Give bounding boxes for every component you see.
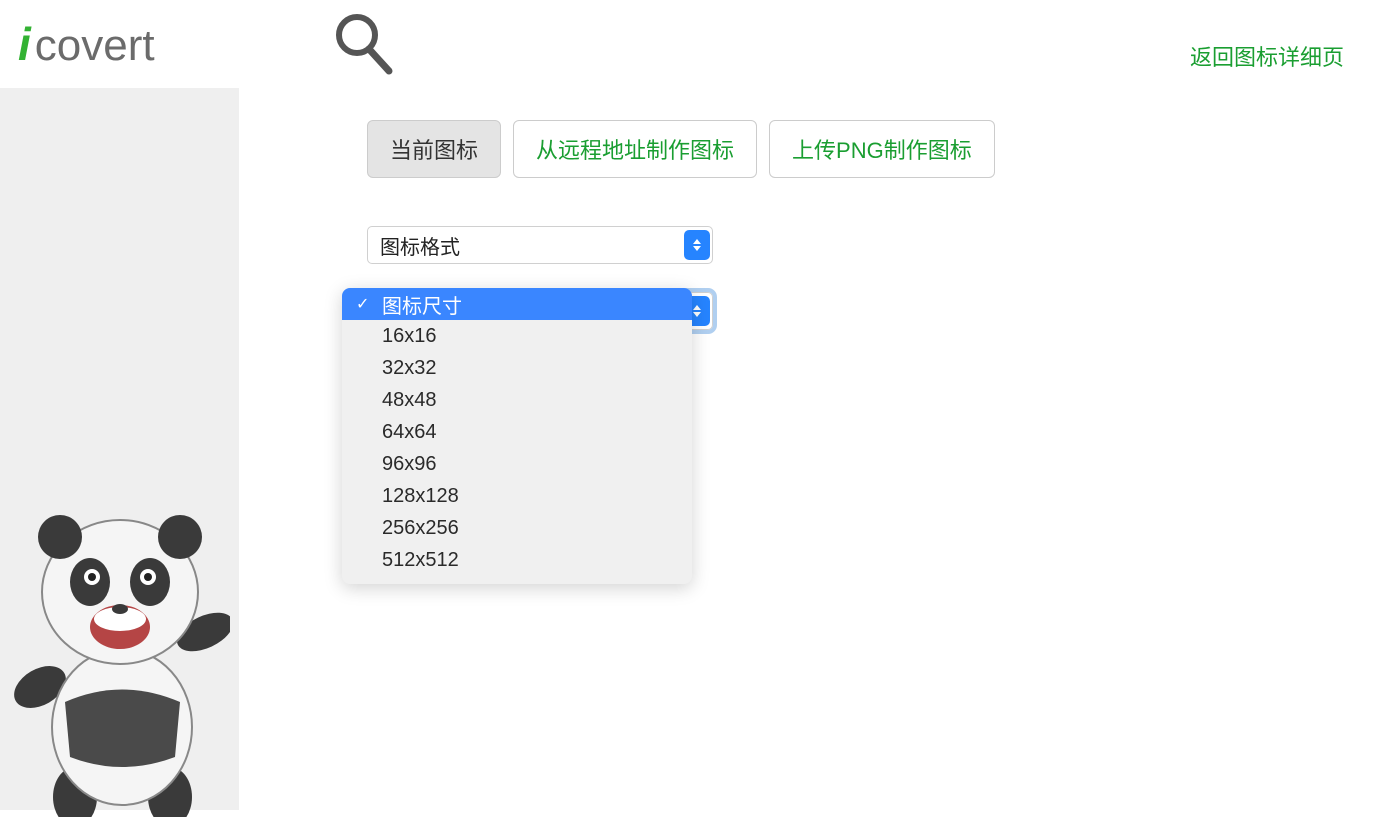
dropdown-option[interactable]: 16x16 bbox=[342, 320, 692, 352]
select-format-chevron-icon bbox=[684, 230, 710, 260]
tab-upload-png[interactable]: 上传PNG制作图标 bbox=[769, 120, 995, 178]
dropdown-option[interactable]: 256x256 bbox=[342, 512, 692, 544]
main: 当前图标 从远程地址制作图标 上传PNG制作图标 图标格式 图标尺寸 图 bbox=[0, 88, 1388, 810]
back-to-detail-link[interactable]: 返回图标详细页 bbox=[1190, 40, 1344, 72]
tabs: 当前图标 从远程地址制作图标 上传PNG制作图标 bbox=[367, 120, 1388, 178]
dropdown-option[interactable]: 48x48 bbox=[342, 384, 692, 416]
tab-current-icon[interactable]: 当前图标 bbox=[367, 120, 501, 178]
dropdown-option[interactable]: 96x96 bbox=[342, 448, 692, 480]
dropdown-option[interactable]: 图标尺寸 bbox=[342, 288, 692, 320]
dropdown-option[interactable]: 128x128 bbox=[342, 480, 692, 512]
selects-area: 图标格式 图标尺寸 图标尺寸 16x16 32x32 48x48 64x64 bbox=[367, 226, 1388, 330]
sidebar bbox=[0, 88, 239, 810]
select-format-label: 图标格式 bbox=[368, 231, 684, 260]
dropdown-option[interactable]: 512x512 bbox=[342, 544, 692, 576]
header: i covert 返回图标详细页 bbox=[0, 0, 1388, 88]
tab-remote-url[interactable]: 从远程地址制作图标 bbox=[513, 120, 757, 178]
logo-text: covert bbox=[35, 21, 155, 71]
logo[interactable]: i covert bbox=[18, 17, 155, 71]
panda-mascot bbox=[10, 477, 230, 822]
size-dropdown: 图标尺寸 16x16 32x32 48x48 64x64 96x96 128x1… bbox=[342, 288, 692, 584]
search-icon[interactable] bbox=[331, 9, 397, 80]
dropdown-option[interactable]: 64x64 bbox=[342, 416, 692, 448]
dropdown-option[interactable]: 32x32 bbox=[342, 352, 692, 384]
content: 当前图标 从远程地址制作图标 上传PNG制作图标 图标格式 图标尺寸 图 bbox=[239, 88, 1388, 810]
select-icon-format[interactable]: 图标格式 bbox=[367, 226, 713, 264]
logo-prefix: i bbox=[18, 17, 31, 71]
